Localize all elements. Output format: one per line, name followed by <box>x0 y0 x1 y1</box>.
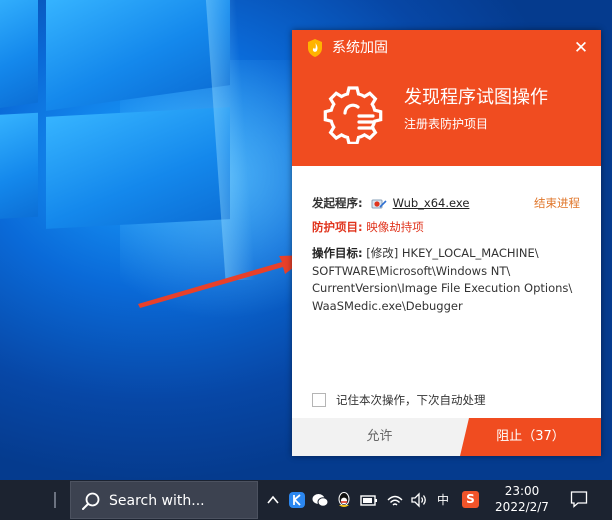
wechat-icon[interactable] <box>311 491 329 509</box>
dialog-header: 系统加固 ✕ 发现程序试图操作 注册表防护项目 <box>292 30 601 166</box>
initiator-label: 发起程序: <box>312 196 363 210</box>
system-clock[interactable]: 23:00 2022/2/7 <box>486 483 558 515</box>
search-icon <box>82 492 100 510</box>
qq-icon[interactable] <box>336 491 352 509</box>
allow-button[interactable]: 允许 <box>292 418 467 456</box>
remember-checkbox[interactable] <box>312 392 326 407</box>
search-placeholder: Search with... <box>109 493 205 509</box>
remember-option[interactable]: 记住本次操作，下次自动处理 <box>312 391 486 409</box>
clock-time: 23:00 <box>504 484 540 498</box>
wifi-icon[interactable] <box>386 491 404 509</box>
gear-shield-icon <box>323 86 383 144</box>
taskbar-separator <box>54 492 56 508</box>
protect-value: 映像劫持项 <box>366 220 424 234</box>
dialog-button-bar: 允许 阻止（37） <box>292 418 601 456</box>
alert-subtitle: 注册表防护项目 <box>404 117 489 131</box>
alert-title: 发现程序试图操作 <box>404 87 548 108</box>
windows-logo-pane <box>46 107 230 229</box>
dialog-brand-title: 系统加固 <box>332 40 388 56</box>
close-button[interactable]: ✕ <box>569 36 593 60</box>
remember-label: 记住本次操作，下次自动处理 <box>336 393 486 407</box>
battery-icon[interactable] <box>360 491 378 509</box>
protect-row: 防护项目: 映像劫持项 <box>312 218 424 236</box>
windows-logo-pane <box>0 112 38 220</box>
target-row: 操作目标: [修改] HKEY_LOCAL_MACHINE\ SOFTWARE\… <box>312 245 592 315</box>
taskbar: Search with... 中 S 23:00 2022/2/7 <box>0 480 612 520</box>
end-process-link[interactable]: 结束进程 <box>534 194 580 212</box>
block-button[interactable]: 阻止（37） <box>460 418 601 456</box>
taskbar-search-box[interactable]: Search with... <box>70 481 258 519</box>
initiator-row: 发起程序: Wub_x64.exe <box>312 194 469 212</box>
volume-icon[interactable] <box>410 491 428 509</box>
kuaishou-icon[interactable] <box>288 491 306 509</box>
ime-indicator[interactable]: 中 <box>434 491 452 509</box>
program-file-icon <box>371 199 387 208</box>
security-alert-dialog: 系统加固 ✕ 发现程序试图操作 注册表防护项目 发起程序: Wub_x64.ex… <box>292 30 601 456</box>
protect-label: 防护项目: <box>312 220 363 234</box>
shield-flame-icon <box>308 39 322 57</box>
windows-logo-pane <box>0 0 38 110</box>
initiator-file-link[interactable]: Wub_x64.exe <box>393 196 470 210</box>
clock-date: 2022/2/7 <box>495 500 549 514</box>
sogou-ime-icon[interactable]: S <box>462 491 479 508</box>
target-label: 操作目标: <box>312 246 363 260</box>
chevron-up-icon[interactable] <box>266 491 280 509</box>
notification-icon[interactable] <box>570 490 588 508</box>
